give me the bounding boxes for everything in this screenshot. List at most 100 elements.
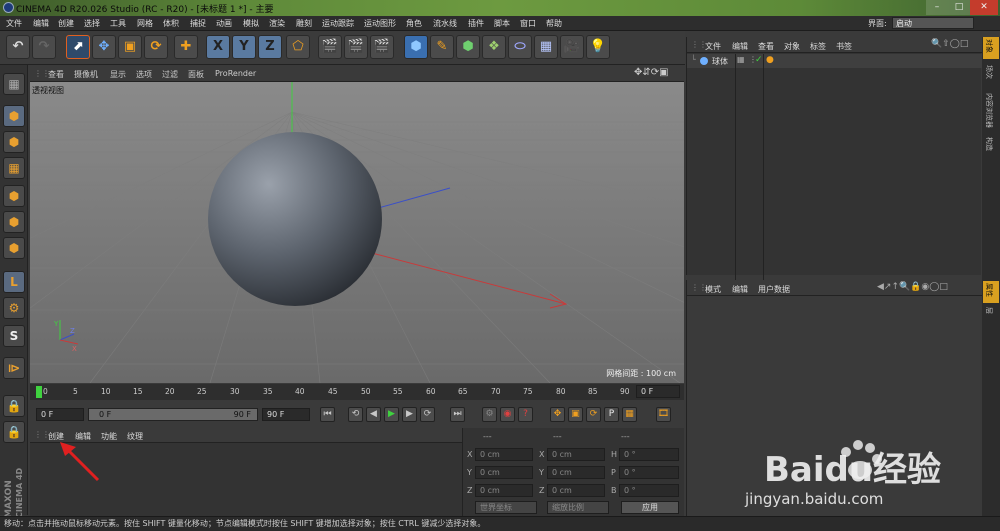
attr-menu-user-data[interactable]: 用户数据 <box>758 284 790 295</box>
menu-mograph[interactable]: 运动图形 <box>364 18 396 29</box>
tab-layers[interactable]: 层 <box>985 307 993 314</box>
attr-nav-icons[interactable]: ◀↗↑🔍🔒◉◯□ <box>877 282 948 292</box>
previous-frame-icon[interactable]: ◀ <box>366 407 381 422</box>
viewport-menu-prorender[interactable]: ProRender <box>215 69 256 78</box>
cube-primitive-icon[interactable]: ⬢ <box>404 35 428 59</box>
tab-takes[interactable]: 场次 <box>985 65 994 79</box>
size-y-field[interactable]: 0 cm <box>547 466 605 479</box>
scale-tool-icon[interactable]: ▣ <box>118 35 142 59</box>
menu-render[interactable]: 渲染 <box>269 18 285 29</box>
timeline-window-icon[interactable]: 🎞 <box>656 407 671 422</box>
object-menu-bookmarks[interactable]: 书签 <box>836 41 852 52</box>
menu-sculpt[interactable]: 雕刻 <box>296 18 312 29</box>
planar-workplane-icon[interactable]: 🔒 <box>3 421 25 443</box>
sphere-object[interactable] <box>208 132 382 306</box>
snap-icon[interactable]: S <box>3 325 25 347</box>
render-picture-viewer-icon[interactable]: 🎬 <box>344 35 368 59</box>
scale-dropdown[interactable]: 缩放比例 <box>547 501 609 514</box>
next-frame-icon[interactable]: ▶ <box>402 407 417 422</box>
floor-icon[interactable]: ▦ <box>534 35 558 59</box>
menu-script[interactable]: 脚本 <box>494 18 510 29</box>
model-mode-icon[interactable]: ⬢ <box>3 105 25 127</box>
record-keys-icon[interactable]: ⚙ <box>482 407 497 422</box>
menu-file[interactable]: 文件 <box>6 18 22 29</box>
material-tab-edit[interactable]: 编辑 <box>75 431 91 442</box>
render-view-icon[interactable]: 🎬 <box>318 35 342 59</box>
material-tab-texture[interactable]: 纹理 <box>127 431 143 442</box>
menu-select[interactable]: 选择 <box>84 18 100 29</box>
object-menu-objects[interactable]: 对象 <box>784 41 800 52</box>
array-generator-icon[interactable]: ❖ <box>482 35 506 59</box>
rot-h-field[interactable]: 0 ° <box>619 448 679 461</box>
key-rotation-icon[interactable]: ⟳ <box>586 407 601 422</box>
menu-edit[interactable]: 编辑 <box>33 18 49 29</box>
menu-mesh[interactable]: 网格 <box>137 18 153 29</box>
menu-tools[interactable]: 工具 <box>110 18 126 29</box>
timeline-ruler[interactable]: 0 5 10 15 20 25 30 35 40 45 50 55 60 65 … <box>30 384 684 400</box>
key-scale-icon[interactable]: ▣ <box>568 407 583 422</box>
move-tool-icon[interactable]: ✥ <box>92 35 116 59</box>
object-manager-tools-icon[interactable]: 🔍⇧◯□ <box>931 39 968 49</box>
render-settings-icon[interactable]: 🎬 <box>370 35 394 59</box>
menu-animate[interactable]: 动画 <box>216 18 232 29</box>
attr-menu-edit[interactable]: 编辑 <box>732 284 748 295</box>
attr-menu-mode[interactable]: 模式 <box>705 284 721 295</box>
previous-key-icon[interactable]: ⟲ <box>348 407 363 422</box>
object-menu-file[interactable]: 文件 <box>705 41 721 52</box>
size-z-field[interactable]: 0 cm <box>547 484 605 497</box>
tweak-mode-icon[interactable]: ⚙ <box>3 297 25 319</box>
subdivision-icon[interactable]: ⬢ <box>456 35 480 59</box>
object-menu-tags[interactable]: 标签 <box>810 41 826 52</box>
go-to-end-icon[interactable]: ⏭ <box>450 407 465 422</box>
camera-icon[interactable]: 🎥 <box>560 35 584 59</box>
edges-mode-icon[interactable]: ⬢ <box>3 211 25 233</box>
interface-select[interactable]: 启动 <box>892 17 974 29</box>
phong-tag-icon[interactable]: ● <box>766 55 774 65</box>
object-menu-edit[interactable]: 编辑 <box>732 41 748 52</box>
size-x-field[interactable]: 0 cm <box>547 448 605 461</box>
viewport-menu-options[interactable]: 选项 <box>136 69 152 80</box>
keyframe-selection-icon[interactable]: ? <box>518 407 533 422</box>
rotate-tool-icon[interactable]: ⟳ <box>144 35 168 59</box>
viewport-canvas[interactable]: Y Z X 透视视图 网格间距 : 100 cm <box>30 82 684 383</box>
viewport-menu-panel[interactable]: 面板 <box>188 69 204 80</box>
light-icon[interactable]: 💡 <box>586 35 610 59</box>
viewport-nav-icons[interactable]: ✥⇵⟳▣ <box>634 67 669 78</box>
material-tab-function[interactable]: 功能 <box>101 431 117 442</box>
menu-plugins[interactable]: 插件 <box>468 18 484 29</box>
maximize-button[interactable]: □ <box>948 0 970 15</box>
menu-snap[interactable]: 捕捉 <box>190 18 206 29</box>
menu-simulate[interactable]: 模拟 <box>243 18 259 29</box>
enabled-check-icon[interactable]: ✓ <box>755 55 763 65</box>
points-mode-icon[interactable]: ⬢ <box>3 185 25 207</box>
menu-help[interactable]: 帮助 <box>546 18 562 29</box>
z-axis-lock-icon[interactable]: Z <box>258 35 282 59</box>
key-pla-icon[interactable]: ▦ <box>622 407 637 422</box>
object-row-sphere[interactable]: └ 球体 ▦ ⋮ ✓ ● <box>687 54 982 285</box>
autokey-icon[interactable]: ◉ <box>500 407 515 422</box>
undo-icon[interactable]: ↶ <box>6 35 30 59</box>
pos-z-field[interactable]: 0 cm <box>475 484 533 497</box>
lock-workplane-icon[interactable]: 🔒 <box>3 395 25 417</box>
key-position-icon[interactable]: ✥ <box>550 407 565 422</box>
apply-button[interactable]: 应用 <box>621 501 679 514</box>
workplane-icon[interactable]: ▦ <box>3 157 25 179</box>
play-icon[interactable]: ▶ <box>384 407 399 422</box>
add-tool-icon[interactable]: ✚ <box>174 35 198 59</box>
texture-mode-icon[interactable]: ⬢ <box>3 131 25 153</box>
menu-window[interactable]: 窗口 <box>520 18 536 29</box>
pen-spline-icon[interactable]: ✎ <box>430 35 454 59</box>
viewport-menu-filter[interactable]: 过滤 <box>162 69 178 80</box>
axis-mode-icon[interactable]: L <box>3 271 25 293</box>
layer-icon[interactable]: ▦ <box>737 55 745 64</box>
viewport-menu-camera[interactable]: 摄像机 <box>74 69 98 80</box>
menu-motion-tracking[interactable]: 运动跟踪 <box>322 18 354 29</box>
menu-character[interactable]: 角色 <box>406 18 422 29</box>
pos-y-field[interactable]: 0 cm <box>475 466 533 479</box>
material-tab-create[interactable]: 创建 <box>48 431 64 442</box>
select-cursor-icon[interactable]: ⬈ <box>66 35 90 59</box>
timeline-playhead[interactable] <box>36 386 42 398</box>
minimize-button[interactable]: – <box>926 0 948 15</box>
tab-objects[interactable]: 对象 <box>985 39 994 53</box>
current-frame-field[interactable]: 0 F <box>636 385 680 398</box>
